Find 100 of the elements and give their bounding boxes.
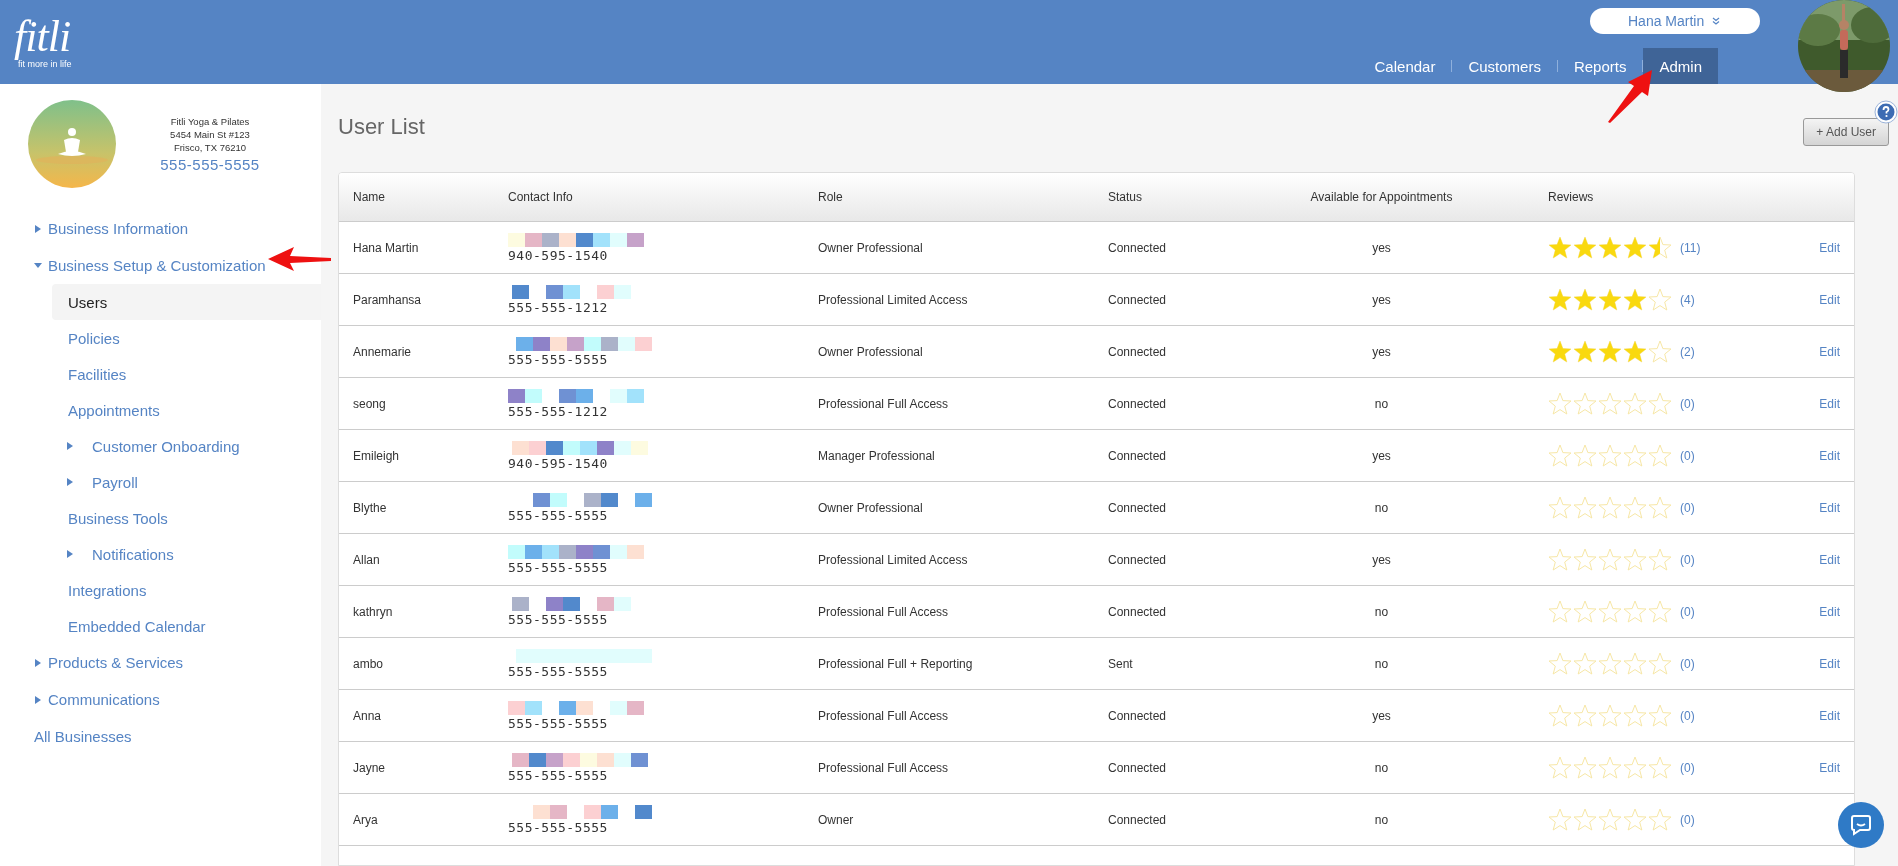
star-icon [1648,339,1672,364]
table-cell-text: Arya [352,812,379,827]
review-count: (0) [1680,656,1695,671]
star-icon [1623,703,1647,728]
table-cell-text: yes [1371,708,1392,723]
phone-number: 940-595-1540 [508,247,609,263]
chat-button[interactable] [1838,802,1884,848]
edit-link[interactable]: Edit [1819,760,1840,775]
star-icon [1648,443,1672,468]
star-icon [1548,599,1572,624]
star-icon [1548,391,1572,416]
review-count: (0) [1680,500,1695,515]
star-icon [1573,755,1597,780]
edit-link[interactable]: Edit [1819,552,1840,567]
edit-link[interactable]: Edit [1819,448,1840,463]
star-icon [1623,599,1647,624]
phone-number: 555-555-5555 [508,507,609,523]
table-cell-text: yes [1371,552,1392,567]
edit-link[interactable]: Edit [1819,656,1840,671]
sidebar-subitem[interactable]: Facilities [52,356,321,392]
star-icon [1598,339,1622,364]
nav-tab[interactable]: Calendar [1358,48,1452,84]
column-header: Name [352,190,386,204]
review-count: (0) [1680,812,1695,827]
nav-tab[interactable]: Customers [1452,48,1557,84]
column-header: Role [817,190,844,204]
star-icon [1648,235,1672,260]
add-user-button[interactable]: + Add User [1803,118,1889,146]
edit-link[interactable]: Edit [1819,604,1840,619]
table-cell-text: Owner Professional [817,500,924,515]
star-icon [1648,807,1672,832]
star-icon [1623,807,1647,832]
sidebar-subitem[interactable]: Embedded Calendar [52,608,321,644]
column-header: Reviews [1547,190,1595,204]
star-icon [1548,807,1572,832]
star-icon [1573,339,1597,364]
star-icon [1598,651,1622,676]
column-header: Available for Appointments [1309,190,1454,204]
star-icon [1548,547,1572,572]
star-icon [1648,287,1672,312]
table-cell-text: kathryn [352,604,394,619]
table-cell-text: Professional Full Access [817,396,950,411]
nav-tab[interactable]: Reports [1557,48,1643,84]
star-icon [1648,755,1672,780]
star-icon [1648,703,1672,728]
star-icon [1573,495,1597,520]
table-cell-text: no [1373,812,1390,827]
edit-link[interactable]: Edit [1819,500,1840,515]
help-icon[interactable] [1874,100,1898,124]
review-count: (0) [1680,604,1695,619]
sidebar-item[interactable]: Products & Services [0,644,321,681]
table-cell-text: Owner [817,812,855,827]
logo[interactable]: fitli [14,15,72,59]
table-cell-text: Owner Professional [817,240,924,255]
edit-link[interactable]: Edit [1819,292,1840,307]
sidebar-subitem[interactable]: Users [52,284,321,320]
chevron-down-icon [1712,17,1721,25]
sidebar-subitem[interactable]: Appointments [52,392,321,428]
sidebar-item[interactable]: Communications [0,681,321,718]
table-cell-text: Connected [1107,292,1168,307]
table-cell-text: Anna [352,708,383,723]
column-header: Status [1107,190,1144,204]
edit-link[interactable]: Edit [1819,396,1840,411]
table-cell-text: Professional Full + Reporting [817,656,974,671]
nav-tab[interactable]: Admin [1643,48,1718,84]
star-icon [1548,443,1572,468]
tagline: fit more in life [18,59,72,69]
edit-link[interactable]: Edit [1819,344,1840,359]
sidebar-item[interactable]: All Businesses [0,718,321,755]
sidebar-subitem[interactable]: Integrations [52,572,321,608]
table-cell-text: Sent [1107,656,1134,671]
sidebar-subitem[interactable]: Business Tools [52,500,321,536]
sidebar-item[interactable]: Business Setup & Customization [0,247,321,284]
phone-number: 940-595-1540 [508,455,609,471]
sidebar-subitem[interactable]: Policies [52,320,321,356]
star-icon [1548,287,1572,312]
review-count: (0) [1680,448,1695,463]
sidebar-subitem[interactable]: Payroll [52,464,321,500]
sidebar-subitem[interactable]: Customer Onboarding [52,428,321,464]
phone-number: 555-555-5555 [508,351,609,367]
sidebar-subitem[interactable]: Notifications [52,536,321,572]
review-count: (11) [1680,240,1701,255]
table-cell-text: no [1373,604,1390,619]
star-icon [1573,443,1597,468]
user-menu-button[interactable]: Hana Martin [1590,8,1760,34]
star-icon [1623,443,1647,468]
pointer-arrow-icon [268,246,332,272]
review-count: (2) [1680,344,1695,359]
table-cell-text: Connected [1107,708,1168,723]
edit-link[interactable]: Edit [1819,708,1840,723]
star-icon [1548,755,1572,780]
star-icon [1623,391,1647,416]
edit-link[interactable]: Edit [1819,240,1840,255]
phone-number: 555-555-5555 [508,819,609,835]
star-icon [1548,651,1572,676]
caret-right-icon [66,441,74,451]
caret-right-icon [66,477,74,487]
table-cell-text: Connected [1107,344,1168,359]
table-cell-text: Hana Martin [352,240,420,255]
sidebar-item[interactable]: Business Information [0,210,321,247]
